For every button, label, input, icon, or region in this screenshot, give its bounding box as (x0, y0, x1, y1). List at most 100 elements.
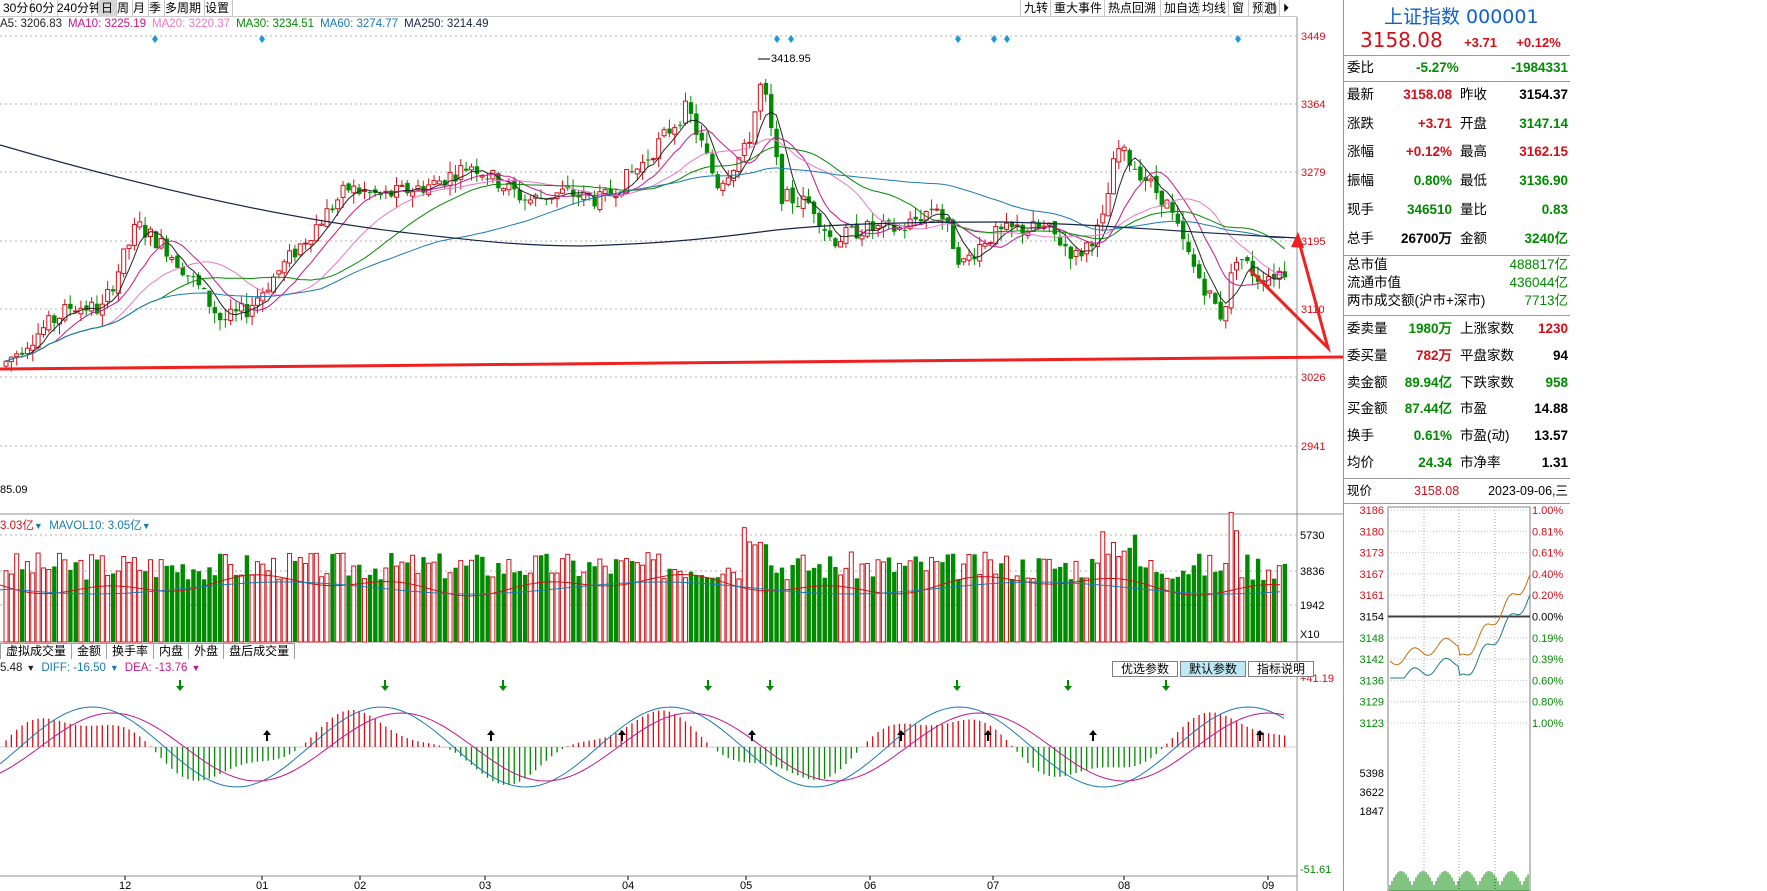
period-tab[interactable]: 设置 (202, 0, 234, 17)
candle-body (747, 141, 753, 144)
quote-label: 平盘家数 (1460, 347, 1514, 363)
tool-button[interactable]: 九转 (1020, 0, 1051, 17)
volume-bar (1266, 569, 1272, 643)
volume-bar (340, 552, 346, 643)
candle-body (875, 224, 881, 230)
volume-bar (549, 572, 555, 643)
volume-bar (464, 565, 469, 642)
ma5-line (5, 111, 1285, 362)
param-button[interactable]: 指标说明 (1248, 661, 1315, 677)
candle-body (3, 360, 9, 367)
window-icon[interactable]: ▢ (1262, 0, 1280, 17)
volume-bar (774, 572, 779, 642)
macd-bottom-label: -51.61 (1300, 864, 1331, 876)
tool-button[interactable]: 加自选 (1160, 0, 1203, 17)
volume-bar (1207, 554, 1213, 643)
tool-button[interactable]: 均线 (1198, 0, 1229, 17)
candle-body (913, 216, 918, 220)
candle-body (313, 224, 319, 242)
volume-bar (1014, 575, 1020, 643)
candle-body (1063, 243, 1068, 247)
candle-body (431, 180, 437, 185)
volume-bar (496, 562, 501, 642)
volume-bar (704, 577, 710, 642)
buy-arrow-icon (487, 730, 495, 741)
indicator-tab[interactable]: 换手率 (106, 643, 155, 659)
candle-body (201, 287, 207, 289)
signal-diamond-icon (788, 35, 794, 43)
support-line (0, 355, 1343, 371)
volume-bar (597, 558, 603, 643)
candle-body (175, 255, 180, 268)
candle-body (137, 221, 143, 228)
volume-bar (78, 559, 84, 643)
quote-row: 委卖量 1980万 上涨家数 1230 (1344, 317, 1570, 341)
tool-button[interactable]: 重大事件 (1050, 0, 1105, 17)
volume-bar (517, 570, 522, 642)
volume-bar (1025, 577, 1031, 643)
candle-body (902, 229, 908, 231)
stock-title[interactable]: 上证指数 000001 (1384, 2, 1539, 29)
candle-body (999, 226, 1004, 230)
volume-bar (30, 572, 36, 643)
volume-bar (827, 556, 833, 642)
volume-bar (999, 563, 1004, 642)
candle-body (1020, 224, 1025, 234)
quote-row: 总市值 488817亿 (1344, 256, 1570, 274)
indicator-tab[interactable]: 虚拟成交量 (0, 643, 73, 659)
mini-right-label: 0.00% (1532, 612, 1563, 624)
candle-body (934, 208, 940, 211)
quote-label: 总手 (1347, 230, 1374, 246)
dropdown-icon[interactable]: ▼ (191, 663, 200, 673)
candle-body (1105, 193, 1111, 217)
candle-body (763, 83, 769, 95)
weibi-value: -5.27% (1416, 60, 1459, 75)
volume-bar (592, 566, 597, 642)
volume-value: 3.03亿 (0, 520, 34, 532)
period-tab[interactable]: 多周期 (162, 0, 206, 17)
param-button[interactable]: 优选参数 (1112, 661, 1179, 677)
intraday-mini-chart[interactable]: 3186 1.00% 3180 0.81% 3173 0.61% 3167 0.40% 3161… (1344, 503, 1570, 891)
volume-bar (645, 552, 651, 643)
tool-button[interactable]: 窗 (1228, 0, 1247, 17)
indicator-tab[interactable]: 盘后成交量 (223, 643, 296, 659)
volume-bar (297, 557, 303, 643)
volume-bar (20, 569, 25, 642)
dropdown-icon[interactable]: ▼ (26, 663, 35, 673)
indicator-tab[interactable]: 外盘 (188, 643, 225, 659)
volume-bar (624, 557, 630, 643)
volume-bar (1218, 570, 1223, 642)
volume-bar (158, 559, 164, 643)
tool-button[interactable]: 热点回溯 (1104, 0, 1159, 17)
volume-bar (699, 575, 704, 642)
param-button[interactable]: 默认参数 (1180, 661, 1247, 677)
candle-body (1191, 254, 1197, 267)
candle-body (308, 240, 314, 245)
volume-bar (1116, 556, 1122, 643)
volume-bar (1181, 570, 1186, 642)
indicator-tab[interactable]: 内盘 (153, 643, 190, 659)
indicator-tab[interactable]: 金额 (71, 643, 108, 659)
candle-body (1223, 306, 1229, 322)
candle-body (346, 183, 351, 191)
volume-bar (902, 565, 908, 642)
quote-value: 94 (1552, 347, 1568, 363)
candle-body (827, 230, 833, 237)
volume-bar (287, 553, 293, 643)
volume-bar (180, 564, 185, 642)
quote-row: 卖金额 89.94亿 下跌家数 958 (1344, 371, 1570, 395)
signal-diamond-icon (152, 35, 158, 43)
kline-chart[interactable]: 3449 3364 3279 3195 3110 3026 2941 5730 3836 1942… (0, 0, 1343, 891)
candle-body (228, 308, 234, 321)
volume-bar (1197, 553, 1202, 642)
volume-bar (956, 579, 961, 642)
volume-bar (961, 563, 967, 643)
volume-bar (811, 567, 817, 642)
candle-body (774, 128, 779, 158)
dropdown-icon[interactable]: ▼ (110, 663, 119, 673)
candle-body (447, 171, 453, 187)
quote-value: 436044亿 (1509, 275, 1568, 290)
candle-body (361, 189, 367, 192)
volume-legend: 3.03亿▼ MAVOL10: 3.05亿▼ (0, 520, 151, 532)
expand-icon[interactable]: ⏵ (1279, 0, 1292, 17)
